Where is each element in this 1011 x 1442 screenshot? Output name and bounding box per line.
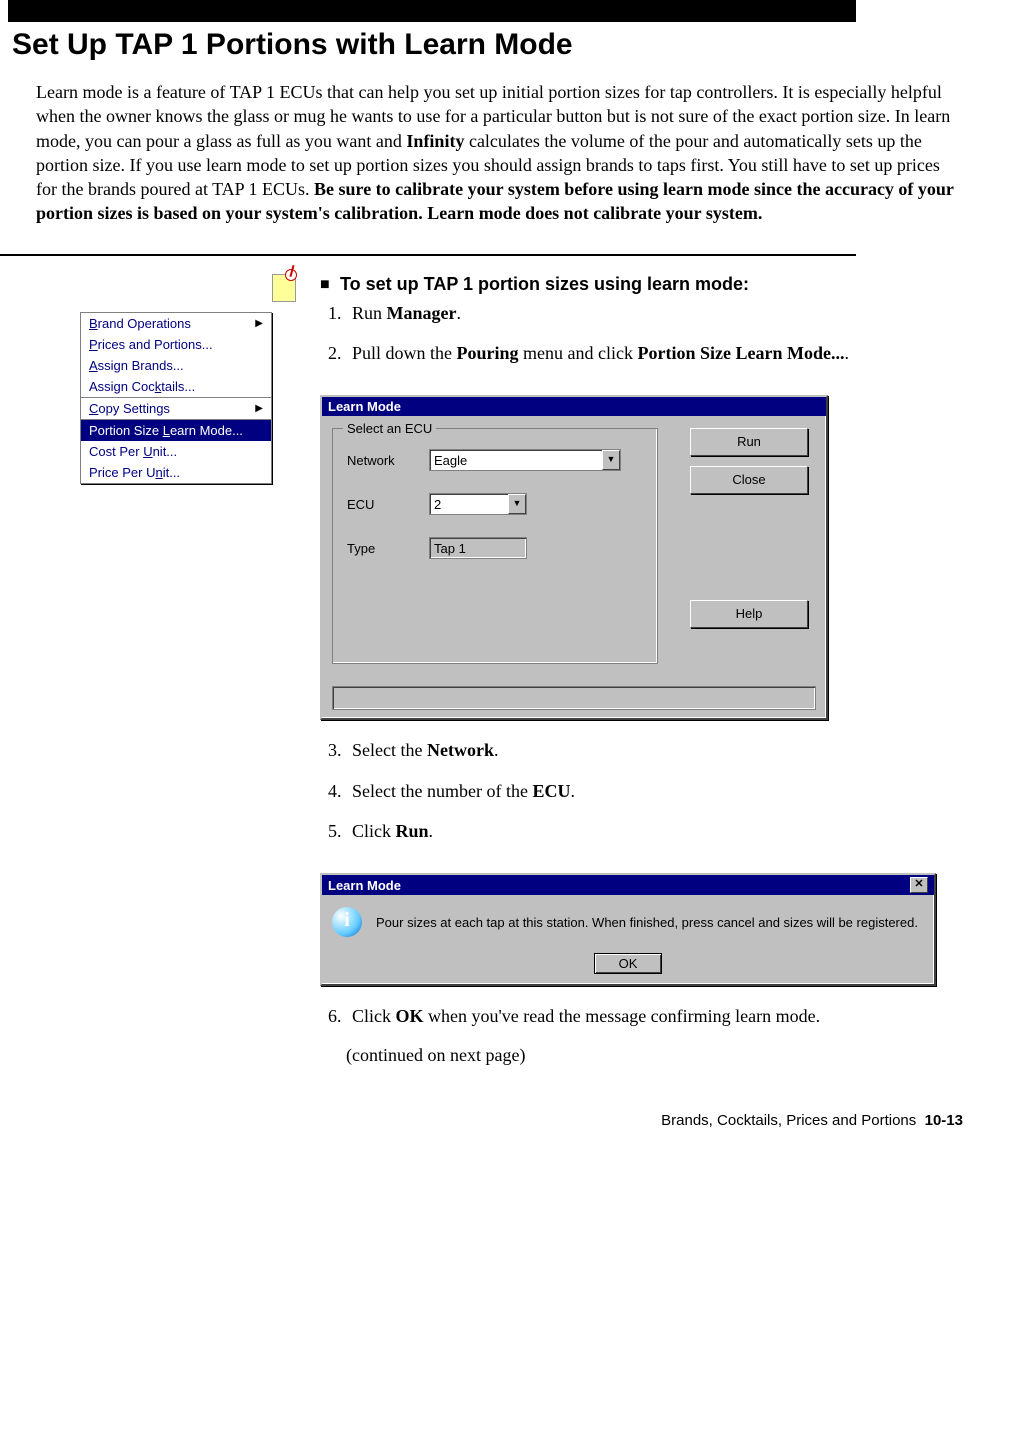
ecu-value: 2 — [434, 497, 441, 512]
ecu-label: ECU — [347, 497, 429, 512]
select-ecu-group: Select an ECU Network Eagle ▼ ECU 2 — [332, 428, 658, 664]
status-bar — [332, 686, 816, 710]
group-legend: Select an ECU — [343, 421, 436, 436]
type-value: Tap 1 — [434, 541, 466, 556]
menu-item-copy-settings[interactable]: Copy Settings▶ — [81, 398, 271, 419]
step-4: Select the number of the ECU. — [346, 779, 936, 803]
bullet-square-icon: ■ — [320, 276, 340, 294]
submenu-arrow-icon: ▶ — [255, 318, 263, 329]
run-button[interactable]: Run — [690, 428, 808, 456]
network-combo[interactable]: Eagle ▼ — [429, 449, 621, 471]
menu-item-cost-per-unit[interactable]: Cost Per Unit... — [81, 441, 271, 462]
dialog-title: Learn Mode — [328, 399, 401, 414]
note-icon — [272, 274, 296, 302]
procedure-steps: Click OK when you've read the message co… — [320, 1004, 936, 1028]
help-button[interactable]: Help — [690, 600, 808, 628]
network-value: Eagle — [434, 453, 467, 468]
dialog-titlebar[interactable]: Learn Mode — [322, 397, 826, 416]
step-1: Run Manager. — [346, 301, 936, 325]
step-3: Select the Network. — [346, 738, 936, 762]
chevron-down-icon[interactable]: ▼ — [508, 494, 526, 514]
learn-mode-dialog: Learn Mode Select an ECU Network Eagle ▼ — [320, 395, 828, 720]
page-title: Set Up TAP 1 Portions with Learn Mode — [12, 28, 963, 62]
menu-item-prices-portions[interactable]: Prices and Portions... — [81, 334, 271, 355]
network-label: Network — [347, 453, 429, 468]
ecu-combo[interactable]: 2 ▼ — [429, 493, 527, 515]
page-header-bar — [8, 0, 856, 22]
submenu-arrow-icon: ▶ — [255, 403, 263, 414]
close-icon[interactable]: ✕ — [910, 877, 928, 893]
close-button[interactable]: Close — [690, 466, 808, 494]
intro-bold-infinity: Infinity — [406, 131, 464, 151]
procedure-steps: Select the Network. Select the number of… — [320, 738, 936, 843]
step-2: Pull down the Pouring menu and click Por… — [346, 341, 936, 365]
continued-note: (continued on next page) — [346, 1045, 936, 1066]
type-field: Tap 1 — [429, 537, 527, 559]
chevron-down-icon[interactable]: ▼ — [602, 450, 620, 470]
info-icon — [332, 907, 362, 937]
step-5: Click Run. — [346, 819, 936, 843]
dialog-titlebar[interactable]: Learn Mode ✕ — [322, 875, 934, 895]
intro-paragraph: Learn mode is a feature of TAP 1 ECUs th… — [36, 80, 963, 226]
page-footer: Brands, Cocktails, Prices and Portions 1… — [0, 1112, 1011, 1129]
learn-mode-message-dialog: Learn Mode ✕ Pour sizes at each tap at t… — [320, 873, 936, 986]
pouring-context-menu: Brand Operations▶ Prices and Portions...… — [80, 312, 272, 484]
ok-button[interactable]: OK — [594, 953, 663, 974]
footer-section: Brands, Cocktails, Prices and Portions — [661, 1112, 916, 1129]
procedure-steps: Run Manager. Pull down the Pouring menu … — [320, 301, 936, 366]
message-text: Pour sizes at each tap at this station. … — [376, 915, 918, 930]
menu-item-assign-brands[interactable]: Assign Brands... — [81, 355, 271, 376]
dialog-title: Learn Mode — [328, 878, 401, 893]
procedure-title-text: To set up TAP 1 portion sizes using lear… — [340, 274, 749, 294]
step-6: Click OK when you've read the message co… — [346, 1004, 936, 1028]
menu-item-assign-cocktails[interactable]: Assign Cocktails... — [81, 376, 271, 397]
procedure-heading: ■To set up TAP 1 portion sizes using lea… — [320, 274, 936, 295]
footer-page-number: 10-13 — [925, 1112, 963, 1129]
type-label: Type — [347, 541, 429, 556]
menu-item-portion-size-learn-mode[interactable]: Portion Size Learn Mode... — [81, 420, 271, 441]
section-rule — [0, 254, 856, 256]
menu-item-price-per-unit[interactable]: Price Per Unit... — [81, 462, 271, 483]
menu-item-brand-operations[interactable]: Brand Operations▶ — [81, 313, 271, 334]
